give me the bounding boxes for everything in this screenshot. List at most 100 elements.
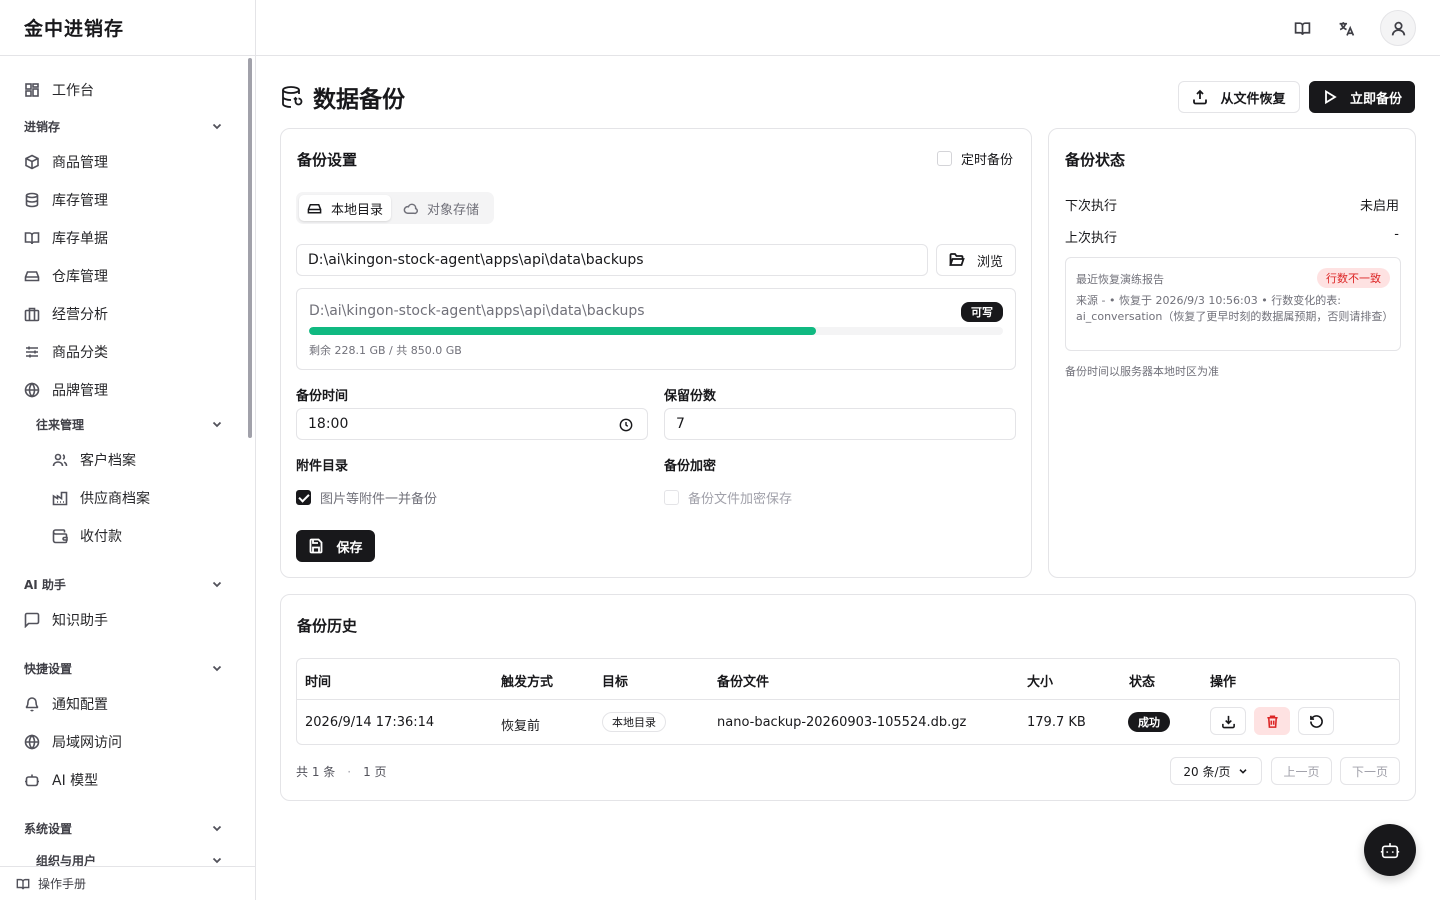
storage-usage-text: 剩余 228.1 GB / 共 850.0 GB	[309, 344, 462, 357]
top-bar	[256, 0, 1440, 56]
backup-now-button[interactable]: 立即备份	[1309, 81, 1415, 113]
cell-size: 179.7 KB	[1027, 715, 1086, 730]
pagination-summary: 共 1 条 · 1 页	[296, 763, 387, 780]
user-icon	[1391, 21, 1405, 35]
keep-count-value: 7	[676, 416, 685, 432]
sidebar-item-analytics[interactable]: 经营分析	[24, 298, 108, 330]
page-title-text: 数据备份	[313, 87, 405, 113]
grid-icon	[25, 83, 39, 97]
sidebar-nav: 工作台 进销存 商品管理 库存管理 库存单据 仓库管理 经营分析 商品分类 品牌…	[0, 56, 255, 866]
sidebar-scrollbar[interactable]	[248, 58, 252, 438]
sidebar-item-label: 局域网访问	[52, 735, 122, 751]
database-backup-icon	[282, 86, 303, 108]
group-label: AI 助手	[24, 577, 66, 592]
sidebar-item-lan[interactable]: 局域网访问	[24, 726, 122, 758]
sidebar-item-stock-docs[interactable]: 库存单据	[24, 222, 108, 254]
encrypt-label: 备份加密	[664, 459, 717, 474]
database-icon	[25, 192, 39, 208]
next-page-button[interactable]: 下一页	[1340, 757, 1400, 785]
group-label: 进销存	[24, 119, 61, 134]
column-header: 大小	[1027, 675, 1054, 690]
globe-icon	[24, 734, 40, 750]
attachment-option[interactable]: 图片等附件一并备份	[296, 488, 437, 507]
chevron-down-icon	[212, 825, 222, 832]
save-button[interactable]: 保存	[296, 530, 375, 562]
wallet-icon	[52, 529, 68, 544]
next-run-value: 未启用	[1359, 199, 1399, 214]
sidebar-item-payments[interactable]: 收付款	[52, 520, 122, 552]
backup-time-input[interactable]: 18:00	[296, 408, 648, 440]
docs-button[interactable]	[1284, 10, 1320, 46]
sidebar-item-label: 知识助手	[52, 613, 108, 629]
sidebar-item-label: 供应商档案	[80, 491, 150, 507]
sidebar-item-brand[interactable]: 品牌管理	[24, 374, 108, 406]
bot-icon	[1380, 843, 1400, 859]
tab-local-dir[interactable]: 本地目录	[299, 195, 392, 221]
sidebar-item-workbench[interactable]: 工作台	[24, 74, 94, 106]
chevron-down-icon	[1239, 769, 1247, 774]
group-ai[interactable]: AI 助手	[24, 572, 224, 596]
group-org[interactable]: 组织与用户	[36, 848, 224, 866]
page-count: 1 页	[363, 765, 387, 779]
download-button[interactable]	[1210, 707, 1246, 735]
restore-drill-report: 最近恢复演练报告 行数不一致 来源 - • 恢复于 2026/9/3 10:56…	[1065, 257, 1401, 351]
group-label: 系统设置	[24, 821, 73, 836]
page-size-select[interactable]: 20 条/页	[1170, 757, 1262, 785]
sidebar-item-label: 收付款	[80, 529, 122, 545]
backup-time-label: 备份时间	[296, 389, 349, 404]
sidebar-item-suppliers[interactable]: 供应商档案	[52, 482, 150, 514]
restore-from-file-button[interactable]: 从文件恢复	[1178, 81, 1300, 113]
storage-type-tabs: 本地目录 对象存储	[296, 192, 494, 224]
cell-file: nano-backup-20260903-105524.db.gz	[717, 715, 967, 730]
sidebar-item-products[interactable]: 商品管理	[24, 146, 108, 178]
play-icon	[1325, 89, 1337, 105]
column-header: 目标	[602, 675, 629, 690]
sidebar-item-stock[interactable]: 库存管理	[24, 184, 108, 216]
group-system[interactable]: 系统设置	[24, 816, 224, 840]
scheduled-checkbox[interactable]	[937, 151, 952, 166]
message-square-icon	[24, 612, 40, 628]
keep-count-input[interactable]: 7	[664, 408, 1016, 440]
tab-label: 本地目录	[331, 202, 384, 218]
backup-path-value: D:\ai\kingon-stock-agent\apps\api\data\b…	[308, 252, 644, 268]
backup-path-input[interactable]: D:\ai\kingon-stock-agent\apps\api\data\b…	[296, 244, 928, 276]
history-title: 备份历史	[297, 617, 358, 635]
folder-open-icon	[949, 253, 965, 266]
chevron-down-icon	[212, 421, 222, 428]
manual-link[interactable]: 操作手册	[0, 866, 255, 900]
language-button[interactable]	[1328, 10, 1364, 46]
column-header: 状态	[1129, 675, 1156, 690]
backup-now-label: 立即备份	[1349, 91, 1402, 107]
globe-icon	[24, 382, 40, 398]
delete-button[interactable]	[1254, 707, 1290, 735]
box-icon	[25, 154, 39, 170]
book-open-icon	[1294, 21, 1310, 35]
attachment-checkbox[interactable]	[296, 490, 311, 505]
encrypt-option-label: 备份文件加密保存	[688, 492, 793, 507]
tab-object-storage[interactable]: 对象存储	[395, 195, 487, 221]
group-inventory[interactable]: 进销存	[24, 114, 224, 138]
restore-button[interactable]	[1298, 707, 1334, 735]
cell-target-badge: 本地目录	[602, 712, 666, 732]
scheduled-backup-toggle[interactable]: 定时备份	[937, 149, 1013, 168]
browse-label: 浏览	[976, 254, 1003, 270]
prev-page-button[interactable]: 上一页	[1271, 757, 1332, 785]
book-open-icon	[24, 232, 40, 245]
sidebar-item-label: 商品管理	[52, 155, 108, 171]
sidebar-item-warehouse[interactable]: 仓库管理	[24, 260, 108, 292]
sidebar-item-category[interactable]: 商品分类	[24, 336, 108, 368]
sidebar-item-ai-model[interactable]: AI 模型	[24, 764, 98, 796]
sidebar-item-label: 库存管理	[52, 193, 108, 209]
sidebar-item-customers[interactable]: 客户档案	[52, 444, 136, 476]
browse-button[interactable]: 浏览	[936, 244, 1016, 276]
sidebar-item-label: 库存单据	[52, 231, 108, 247]
encrypt-checkbox[interactable]	[664, 490, 679, 505]
sidebar-item-notify[interactable]: 通知配置	[24, 688, 108, 720]
group-contacts[interactable]: 往来管理	[36, 412, 224, 436]
storage-path: D:\ai\kingon-stock-agent\apps\api\data\b…	[309, 303, 645, 319]
sidebar-item-knowledge[interactable]: 知识助手	[24, 604, 108, 636]
encrypt-option[interactable]: 备份文件加密保存	[664, 488, 792, 507]
ai-assistant-button[interactable]	[1364, 824, 1416, 876]
group-quick[interactable]: 快捷设置	[24, 656, 224, 680]
user-avatar[interactable]	[1380, 10, 1416, 46]
